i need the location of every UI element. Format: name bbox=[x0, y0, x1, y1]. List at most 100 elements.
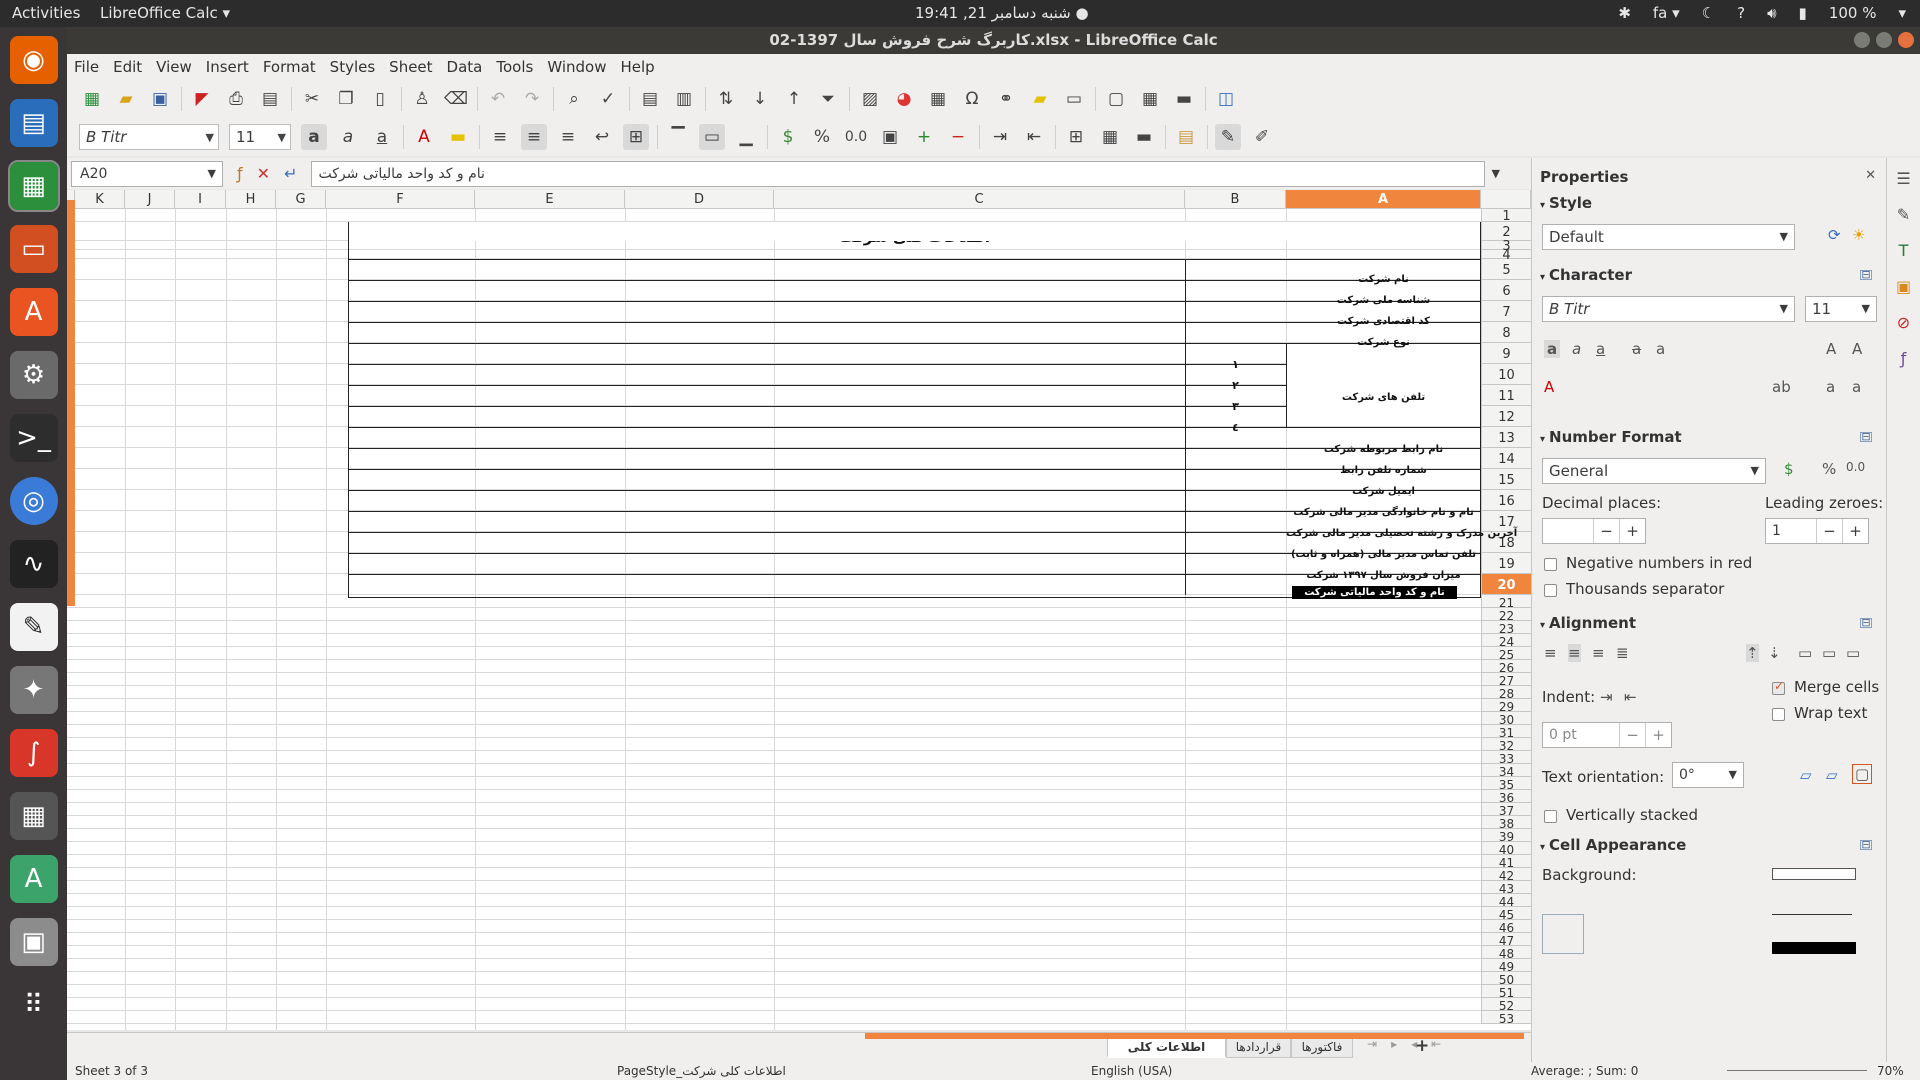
sidebar-superscript-icon[interactable]: a bbox=[1826, 378, 1835, 396]
sidebar-bold-icon[interactable]: a bbox=[1544, 340, 1561, 358]
accept-icon[interactable]: ↵ bbox=[284, 164, 297, 183]
sort-icon[interactable]: ⇅ bbox=[713, 86, 739, 112]
align-center-icon[interactable]: ≡ bbox=[521, 124, 547, 150]
sidebar-font-color-icon[interactable]: A bbox=[1544, 378, 1554, 396]
orient-bottom-icon[interactable]: ▱ bbox=[1800, 766, 1812, 784]
font-size-box[interactable]: 11 ▼ bbox=[229, 124, 291, 150]
first-sheet-icon[interactable]: ⇤ bbox=[1431, 1037, 1441, 1051]
sort-descending-icon[interactable]: ↑ bbox=[781, 86, 807, 112]
insert-chart-icon[interactable]: ◕ bbox=[891, 86, 917, 112]
print-icon[interactable]: ⎙ bbox=[223, 86, 249, 112]
row-header[interactable]: 34 bbox=[1481, 764, 1531, 779]
orient-standard-icon[interactable]: ▢ bbox=[1852, 764, 1873, 784]
row-header[interactable]: 30 bbox=[1481, 712, 1531, 727]
italic-icon[interactable]: a bbox=[335, 124, 361, 150]
functions-deck-icon[interactable]: ƒ bbox=[1892, 346, 1916, 370]
vertically-stacked-checkbox[interactable] bbox=[1544, 810, 1557, 823]
row-header[interactable]: 36 bbox=[1481, 790, 1531, 805]
highlight-color-icon[interactable]: ▬ bbox=[445, 124, 471, 150]
chromium-icon[interactable]: ◎ bbox=[9, 477, 58, 525]
show-apps-icon[interactable]: ⠿ bbox=[10, 981, 58, 1029]
styles-deck-icon[interactable]: T bbox=[1892, 238, 1916, 262]
menu-insert[interactable]: Insert bbox=[199, 58, 256, 76]
alignment-more-options-icon[interactable]: ⊟ bbox=[1860, 617, 1872, 628]
sidebar-currency-icon[interactable]: $ bbox=[1784, 460, 1794, 478]
column-header[interactable]: E bbox=[475, 190, 625, 209]
row-header[interactable]: 52 bbox=[1481, 998, 1531, 1013]
row-header[interactable]: 9 bbox=[1481, 343, 1531, 364]
row-header[interactable]: 49 bbox=[1481, 959, 1531, 974]
gimp-icon[interactable]: ✦ bbox=[9, 666, 58, 714]
sidebar-italic-icon[interactable]: a bbox=[1572, 340, 1581, 358]
sheet-tab-invoices[interactable]: فاکتورها bbox=[1291, 1036, 1353, 1058]
software-center-icon[interactable]: A bbox=[9, 288, 58, 336]
open-icon[interactable]: ▰ bbox=[113, 86, 139, 112]
sidebar-valign-base-icon[interactable]: ▭ bbox=[1846, 644, 1860, 662]
define-print-area-icon[interactable]: ▢ bbox=[1103, 86, 1129, 112]
update-style-icon[interactable]: ⟳ bbox=[1828, 226, 1841, 244]
row-header[interactable]: 35 bbox=[1481, 777, 1531, 792]
sidebar-font-name[interactable]: B Titr ▼ bbox=[1542, 296, 1795, 322]
sidebar-align-right-icon[interactable]: ≡ bbox=[1592, 644, 1605, 662]
background-color-button[interactable] bbox=[1772, 868, 1856, 880]
indent-spinner[interactable]: 0 pt − + bbox=[1542, 722, 1672, 748]
font-name-box[interactable]: B Titr ▼ bbox=[79, 124, 219, 150]
sheet-tab-general-info[interactable]: اطلاعات کلی شرکت bbox=[1107, 1036, 1226, 1075]
export-pdf-icon[interactable]: ◤ bbox=[189, 86, 215, 112]
clone-formatting-icon[interactable]: ♙ bbox=[409, 86, 435, 112]
menu-styles[interactable]: Styles bbox=[323, 58, 383, 76]
insert-image-icon[interactable]: ▨ bbox=[857, 86, 883, 112]
activities-button[interactable]: Activities bbox=[12, 4, 80, 22]
row-header[interactable]: 33 bbox=[1481, 751, 1531, 766]
column-header[interactable]: F bbox=[326, 190, 475, 209]
sidebar-underline-icon[interactable]: a bbox=[1596, 340, 1605, 358]
toggle-formula-icon[interactable]: ✐ bbox=[1249, 124, 1275, 150]
language-indicator[interactable]: fa ▾ bbox=[1653, 4, 1680, 22]
properties-deck-icon[interactable]: ✎ bbox=[1892, 202, 1916, 226]
row-header[interactable]: 48 bbox=[1481, 946, 1531, 961]
number-format-more-options-icon[interactable]: ⊟ bbox=[1860, 431, 1872, 442]
zoom-level[interactable]: 70% bbox=[1877, 1062, 1904, 1080]
row-header[interactable]: 16 bbox=[1481, 490, 1531, 511]
menu-format[interactable]: Format bbox=[256, 58, 323, 76]
wrap-text-icon[interactable]: ↩ bbox=[589, 124, 615, 150]
image-viewer-icon[interactable]: ▣ bbox=[9, 918, 58, 966]
row-header[interactable]: 40 bbox=[1481, 842, 1531, 857]
sidebar-grow-font-icon[interactable]: A bbox=[1826, 340, 1836, 358]
decimal-places-spinner[interactable]: − + bbox=[1542, 518, 1646, 544]
line-color-button[interactable] bbox=[1772, 942, 1856, 954]
close-window-button[interactable] bbox=[1898, 32, 1914, 48]
number-format-section-header[interactable]: ▾ Number Format bbox=[1540, 428, 1682, 446]
show-grid-icon[interactable]: ✎ bbox=[1215, 124, 1241, 150]
row-header[interactable]: 51 bbox=[1481, 985, 1531, 1000]
sidebar-justify-icon[interactable]: ≣ bbox=[1616, 644, 1629, 662]
autofilter-icon[interactable]: ⏷ bbox=[815, 86, 841, 112]
row-header[interactable]: 42 bbox=[1481, 868, 1531, 883]
negative-red-checkbox[interactable] bbox=[1544, 558, 1557, 571]
column-header[interactable]: I bbox=[175, 190, 226, 209]
cell-borders-button[interactable] bbox=[1542, 914, 1584, 954]
sidebar-align-center-icon[interactable]: ≡ bbox=[1568, 644, 1581, 662]
gallery-deck-icon[interactable]: ▣ bbox=[1892, 274, 1916, 298]
hyperlink-icon[interactable]: ⚭ bbox=[993, 86, 1019, 112]
row-header[interactable]: 21 bbox=[1481, 595, 1531, 610]
menu-window[interactable]: Window bbox=[540, 58, 613, 76]
writer-icon[interactable]: ▤ bbox=[9, 99, 58, 147]
row-header[interactable]: 41 bbox=[1481, 855, 1531, 870]
row-header[interactable]: 5 bbox=[1481, 259, 1531, 280]
expand-formula-icon[interactable]: ▼ bbox=[1491, 167, 1499, 180]
bold-icon[interactable]: a bbox=[301, 124, 327, 150]
row-header[interactable]: 26 bbox=[1481, 660, 1531, 675]
cell-appearance-more-options-icon[interactable]: ⊟ bbox=[1860, 839, 1872, 850]
row-header[interactable]: 24 bbox=[1481, 634, 1531, 649]
cell-appearance-section-header[interactable]: ▾ Cell Appearance bbox=[1540, 836, 1686, 854]
maximize-button[interactable] bbox=[1876, 32, 1892, 48]
sidebar-valign-center-icon[interactable]: ⇣ bbox=[1768, 644, 1781, 662]
leading-zeroes-spinner[interactable]: 1− + bbox=[1765, 518, 1869, 544]
save-icon[interactable]: ▣ bbox=[147, 86, 173, 112]
close-sidebar-icon[interactable]: ✕ bbox=[1865, 168, 1876, 183]
character-more-options-icon[interactable]: ⊟ bbox=[1860, 269, 1872, 280]
align-left-icon[interactable]: ≡ bbox=[487, 124, 513, 150]
column-header[interactable]: J bbox=[125, 190, 175, 209]
last-sheet-icon[interactable]: ⇥ bbox=[1367, 1037, 1377, 1051]
